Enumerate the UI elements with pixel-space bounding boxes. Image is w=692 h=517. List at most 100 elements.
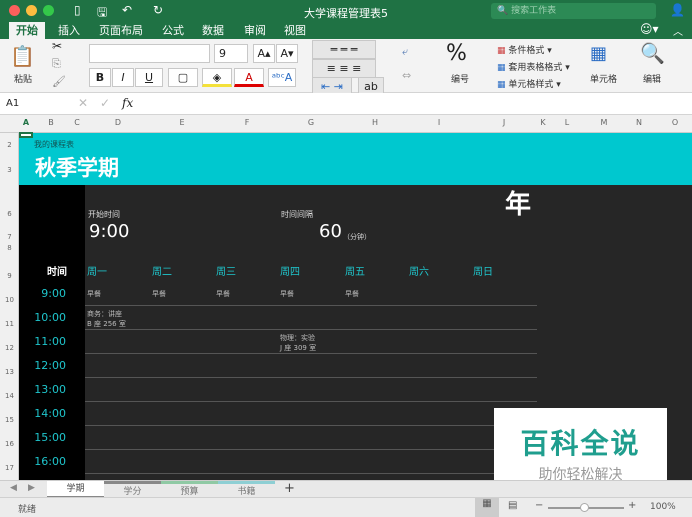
increase-font-button[interactable]: A▴ — [253, 44, 275, 63]
tab-home[interactable]: 开始 — [9, 22, 45, 39]
copy-icon[interactable]: ⎘ — [52, 57, 61, 71]
column-header[interactable]: J — [503, 118, 505, 127]
column-header[interactable]: A — [23, 118, 29, 127]
zoom-level[interactable]: 100% — [650, 502, 676, 512]
schedule-cell[interactable]: 早餐 — [87, 289, 101, 299]
sheet-tab-books[interactable]: 书籍 — [218, 481, 275, 498]
row-header[interactable]: 3 — [0, 166, 19, 174]
function-icon[interactable]: fx — [122, 96, 133, 110]
font-size-select[interactable]: 9 — [214, 44, 248, 63]
underline-button[interactable]: U — [135, 68, 163, 87]
next-sheet-icon[interactable]: ▶ — [28, 483, 35, 493]
column-header[interactable]: O — [672, 118, 678, 127]
row-divider — [85, 329, 537, 330]
tab-page-layout[interactable]: 页面布局 — [92, 22, 150, 39]
schedule-cell[interactable]: 早餐 — [152, 289, 166, 299]
time-slot: 14:00 — [34, 407, 66, 420]
find-icon[interactable]: 🔍 — [640, 41, 665, 65]
save-icon[interactable]: 🖫 — [97, 3, 107, 24]
cells-icon[interactable]: ▦ — [590, 43, 607, 64]
column-header[interactable]: K — [540, 118, 545, 127]
sheet-tab-budget[interactable]: 预算 — [161, 481, 218, 498]
page-layout-view-icon[interactable]: ▤ — [508, 500, 517, 511]
normal-view-icon[interactable]: ▦ — [475, 498, 499, 517]
prev-sheet-icon[interactable]: ◀ — [10, 483, 17, 493]
schedule-cell[interactable]: 早餐 — [280, 289, 294, 299]
format-painter-icon[interactable]: 🖌 — [52, 75, 66, 88]
sidebar-icon[interactable]: ▯ — [74, 3, 81, 17]
column-header[interactable]: H — [372, 118, 378, 127]
row-header[interactable]: 6 — [0, 210, 19, 218]
column-headers: A B C D E F G H I J K L M N O — [0, 115, 692, 133]
tab-review[interactable]: 审阅 — [237, 22, 273, 39]
percent-icon[interactable]: % — [446, 41, 467, 66]
close-button[interactable] — [9, 5, 20, 16]
wrap-text-icon[interactable]: ⤶ — [402, 45, 408, 59]
time-header: 时间 — [47, 267, 67, 278]
ribbon-tabs: 开始 插入 页面布局 公式 数据 审阅 视图 ☺▾ ︿ — [0, 22, 692, 39]
name-box[interactable]: A1 — [6, 98, 19, 109]
conditional-format-button[interactable]: ▦ 条件格式 ▾ — [497, 43, 552, 56]
fill-color-button[interactable]: ◈ — [202, 68, 232, 87]
collapse-ribbon-icon[interactable]: ︿ — [673, 23, 683, 38]
search-input[interactable]: 🔍 搜索工作表 — [491, 3, 656, 19]
column-header[interactable]: D — [115, 118, 121, 127]
tab-insert[interactable]: 插入 — [51, 22, 87, 39]
schedule-cell[interactable]: 早餐 — [345, 289, 359, 299]
formula-input[interactable] — [142, 95, 682, 113]
italic-button[interactable]: I — [112, 68, 134, 87]
font-name-select[interactable] — [89, 44, 210, 63]
zoom-in-button[interactable]: + — [628, 500, 636, 511]
redo-icon[interactable]: ↻ — [153, 3, 163, 17]
row-header[interactable]: 8 — [0, 244, 19, 252]
border-button[interactable]: ▢ — [168, 68, 198, 87]
tab-view[interactable]: 视图 — [277, 22, 313, 39]
row-header[interactable]: 9 — [0, 272, 19, 280]
horizontal-align-buttons[interactable]: ≡ ≡ ≡ — [312, 59, 376, 78]
maximize-button[interactable] — [43, 5, 54, 16]
decrease-font-button[interactable]: A▾ — [276, 44, 298, 63]
minimize-button[interactable] — [26, 5, 37, 16]
interval-value[interactable]: 60 — [319, 221, 342, 242]
cell-style-button[interactable]: ▦ 单元格样式 ▾ — [497, 77, 561, 90]
schedule-cell[interactable]: 早餐 — [216, 289, 230, 299]
cancel-icon[interactable]: ✕ — [78, 96, 88, 110]
paste-icon[interactable]: 📋 — [10, 44, 35, 68]
column-header[interactable]: C — [74, 118, 80, 127]
column-header[interactable]: F — [245, 118, 250, 127]
sheet-tab-credits[interactable]: 学分 — [104, 481, 161, 498]
bold-button[interactable]: B — [89, 68, 111, 87]
vertical-align-buttons[interactable]: ═ ═ ═ — [312, 40, 376, 59]
zoom-slider-thumb[interactable] — [580, 503, 589, 512]
row-header[interactable]: 7 — [0, 233, 19, 241]
selected-cell-a1[interactable] — [19, 132, 33, 138]
undo-icon[interactable]: ↶ — [122, 3, 132, 17]
share-icon[interactable]: 👤 — [670, 3, 685, 17]
start-time-value[interactable]: 9:00 — [89, 221, 129, 242]
zoom-out-button[interactable]: − — [535, 500, 543, 511]
merge-icon[interactable]: ⇔ — [402, 69, 411, 82]
add-sheet-button[interactable]: + — [284, 481, 295, 496]
smiley-icon[interactable]: ☺▾ — [640, 22, 659, 36]
time-slot: 11:00 — [34, 335, 66, 348]
font-color-button[interactable]: A — [234, 68, 264, 87]
tab-formulas[interactable]: 公式 — [155, 22, 191, 39]
cut-icon[interactable]: ✂ — [52, 39, 62, 53]
number-label: 编号 — [451, 75, 470, 85]
column-header[interactable]: B — [48, 118, 54, 127]
column-header[interactable]: N — [636, 118, 642, 127]
column-header[interactable]: L — [565, 118, 569, 127]
schedule-cell[interactable]: 商务：讲座 B 座 256 室 — [87, 309, 126, 329]
column-header[interactable]: E — [179, 118, 184, 127]
sheet-tab-semester[interactable]: 学期 — [47, 481, 104, 498]
column-header[interactable]: I — [438, 118, 440, 127]
column-header[interactable]: G — [308, 118, 314, 127]
phonetic-button[interactable]: ᵃᵇᶜA — [268, 68, 296, 87]
schedule-cell[interactable]: 物理：实验 J 座 309 室 — [280, 333, 316, 353]
column-header[interactable]: M — [601, 118, 608, 127]
tab-data[interactable]: 数据 — [195, 22, 231, 39]
interval-label: 时间间隔 — [281, 210, 313, 219]
table-format-button[interactable]: ▦ 套用表格格式 ▾ — [497, 60, 570, 73]
row-header[interactable]: 2 — [0, 141, 19, 149]
confirm-icon[interactable]: ✓ — [100, 96, 110, 110]
